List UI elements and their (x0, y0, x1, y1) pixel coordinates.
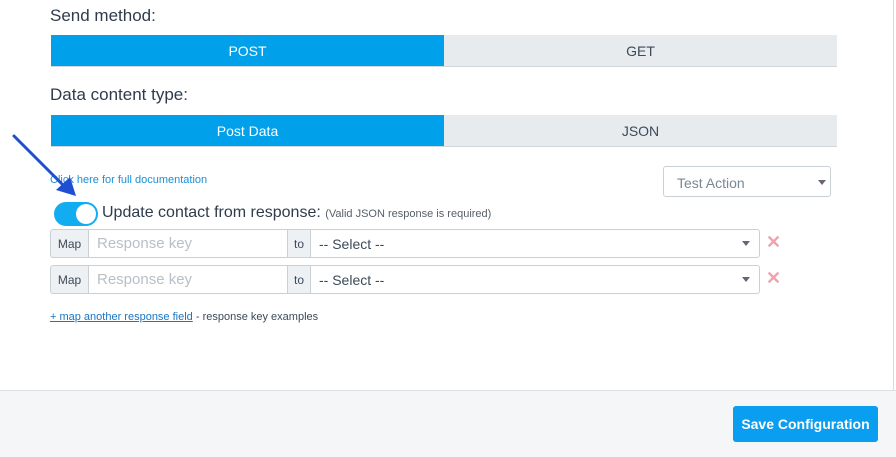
annotation-arrow-icon (12, 134, 76, 196)
